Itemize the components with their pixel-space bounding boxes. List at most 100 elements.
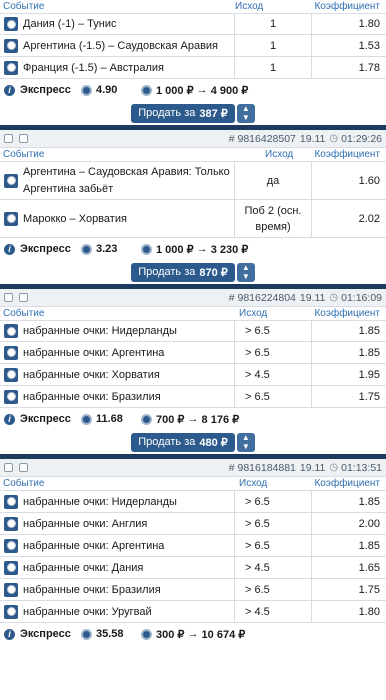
copy-icon[interactable]: [4, 134, 13, 143]
money-icon: [141, 84, 152, 96]
coefficient: 1.78: [358, 61, 380, 74]
coefficient: 2.00: [358, 517, 380, 530]
outcome: 1: [235, 57, 312, 78]
express-label: Экспресс: [20, 84, 71, 96]
coefficient: 1.80: [358, 18, 380, 30]
sell-options-toggle[interactable]: ▲ ▼: [236, 103, 255, 123]
event-name: набранные очки: Уругвай: [23, 605, 152, 618]
event-name: набранные очки: Дания: [23, 561, 144, 574]
money-icon: [141, 243, 152, 255]
table-row[interactable]: набранные очки: Бразилия > 6.5 1.75: [0, 579, 386, 601]
arrow-icon: →: [187, 628, 199, 640]
outcome: > 6.5: [235, 491, 312, 512]
table-header: Событие Исход Коэффициент: [0, 148, 386, 162]
outcome-column-header: Исход: [265, 149, 294, 160]
outcome-column-header: Исход: [239, 478, 268, 489]
table-row[interactable]: набранные очки: Аргентина > 6.5 1.85: [0, 342, 386, 364]
bet-time: 01:13:51: [341, 461, 382, 474]
football-icon: [4, 324, 18, 338]
table-header: Событие Исход Коэффициент: [0, 477, 386, 491]
stake: 700 ₽: [156, 413, 185, 426]
sell-button[interactable]: Продать за 387 ₽: [131, 103, 235, 123]
event-column-header: Событие: [3, 308, 45, 319]
bet-card-3: # 9816224804 19.11 ◷ 01:16:09 Событие Ис…: [0, 289, 386, 454]
bet-date: 19.11: [299, 461, 326, 474]
outcome: > 4.5: [235, 557, 312, 578]
outcome: > 6.5: [235, 321, 312, 341]
event-name: набранные очки: Нидерланды: [23, 325, 177, 337]
info-icon[interactable]: i: [4, 243, 15, 255]
info-icon[interactable]: i: [4, 413, 15, 425]
coefficient: 2.02: [358, 212, 380, 225]
payout: 3 230 ₽: [210, 243, 249, 256]
info-icon[interactable]: i: [4, 84, 15, 96]
outcome: 1: [235, 14, 312, 34]
express-summary: i Экспресс 35.58 300 ₽ → 10 674 ₽: [0, 623, 386, 645]
table-row[interactable]: набранные очки: Нидерланды > 6.5 1.85: [0, 491, 386, 513]
table-row[interactable]: набранные очки: Бразилия > 6.5 1.75: [0, 386, 386, 408]
total-coefficient: 11.68: [96, 413, 123, 425]
table-row[interactable]: набранные очки: Нидерланды > 6.5 1.85: [0, 321, 386, 342]
chevron-updown-icon: ▲ ▼: [241, 104, 250, 122]
table-row[interactable]: Аргентина (-1.5) – Саудовская Аравия 1 1…: [0, 35, 386, 57]
copy-icon[interactable]: [4, 293, 13, 302]
copy-icon[interactable]: [4, 463, 13, 472]
info-icon[interactable]: i: [4, 628, 15, 640]
sell-button[interactable]: Продать за 870 ₽: [131, 262, 235, 282]
share-icon[interactable]: [19, 134, 28, 143]
bet-card-1: Событие Исход Коэффициент Дания (-1) – Т…: [0, 0, 386, 125]
bet-number: # 9816184881: [228, 461, 296, 474]
express-summary: i Экспресс 4.90 1 000 ₽ → 4 900 ₽: [0, 79, 386, 101]
football-icon: [4, 17, 18, 31]
express-label: Экспресс: [20, 243, 71, 255]
football-icon: [4, 38, 18, 53]
event-column-header: Событие: [3, 1, 45, 12]
event-name: Франция (-1.5) – Австралия: [23, 61, 164, 74]
bet-card-2: # 9816428507 19.11 ◷ 01:29:26 Событие Ис…: [0, 130, 386, 284]
event-name: набранные очки: Хорватия: [23, 368, 160, 381]
event-name: набранные очки: Англия: [23, 517, 148, 530]
table-row[interactable]: Марокко – Хорватия Поб 2 (осн. время) 2.…: [0, 200, 386, 238]
payout: 4 900 ₽: [210, 84, 249, 97]
stake: 300 ₽: [156, 628, 185, 641]
outcome: 1: [235, 35, 312, 56]
sell-options-toggle[interactable]: ▲ ▼: [236, 262, 255, 282]
table-row[interactable]: набранные очки: Дания > 4.5 1.65: [0, 557, 386, 579]
share-icon[interactable]: [19, 463, 28, 472]
event-name: Дания (-1) – Тунис: [23, 18, 117, 30]
coeff-column-header: Коэффициент: [314, 1, 380, 12]
share-icon[interactable]: [19, 293, 28, 302]
outcome: да: [235, 162, 312, 199]
football-icon: [4, 60, 18, 75]
chevron-updown-icon: ▲ ▼: [241, 433, 250, 451]
table-row[interactable]: Аргентина – Саудовская Аравия: Только Ар…: [0, 162, 386, 200]
football-icon: [4, 582, 18, 597]
outcome-column-header: Исход: [239, 308, 268, 319]
coefficient-icon: [81, 84, 92, 96]
table-row[interactable]: набранные очки: Аргентина > 6.5 1.85: [0, 535, 386, 557]
coefficient-icon: [81, 628, 92, 640]
sell-amount: 870 ₽: [199, 266, 228, 279]
arrow-icon: →: [187, 413, 199, 425]
coefficient: 1.75: [358, 583, 380, 596]
bet-number: # 9816428507: [228, 132, 296, 145]
table-row[interactable]: набранные очки: Англия > 6.5 2.00: [0, 513, 386, 535]
coefficient: 1.85: [358, 539, 380, 552]
sell-button[interactable]: Продать за 480 ₽: [131, 432, 235, 452]
event-name: Марокко – Хорватия: [23, 212, 127, 225]
football-icon: [4, 345, 18, 360]
card-header: # 9816184881 19.11 ◷ 01:13:51: [0, 459, 386, 477]
table-row[interactable]: набранные очки: Хорватия > 4.5 1.95: [0, 364, 386, 386]
outcome: > 4.5: [235, 364, 312, 385]
coeff-column-header: Коэффициент: [314, 308, 380, 319]
sell-options-toggle[interactable]: ▲ ▼: [236, 432, 255, 452]
sell-amount: 480 ₽: [199, 436, 228, 449]
stake: 1 000 ₽: [156, 84, 194, 97]
clock-icon: ◷: [329, 462, 339, 473]
outcome: > 4.5: [235, 601, 312, 622]
football-icon: [4, 173, 18, 188]
table-row[interactable]: Франция (-1.5) – Австралия 1 1.78: [0, 57, 386, 79]
table-row[interactable]: Дания (-1) – Тунис 1 1.80: [0, 14, 386, 35]
table-row[interactable]: набранные очки: Уругвай > 4.5 1.80: [0, 601, 386, 623]
bet-date: 19.11: [299, 132, 326, 145]
